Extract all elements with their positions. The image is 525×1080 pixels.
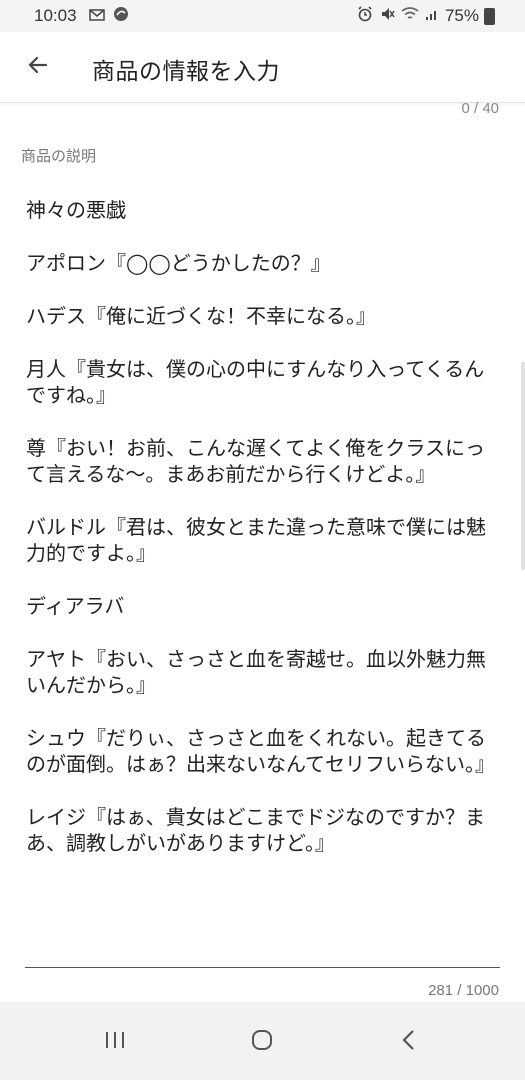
description-paragraph: 月人『貴女は、僕の心の中にすんなり入ってくるんですね。』 (26, 357, 485, 407)
description-underline (25, 967, 500, 968)
battery-icon (484, 7, 495, 25)
battery-percent: 75% (444, 6, 479, 25)
description-paragraph: ハデス『俺に近づくな！不幸になる。』 (26, 304, 376, 328)
description-textarea[interactable]: 神々の悪戯 アポロン『◯◯どうかしたの？』 ハデス『俺に近づくな！不幸になる。』… (26, 197, 500, 883)
description-paragraph: 尊『おい！お前、こんな遅くてよく俺をクラスにって言えるな〜。まあお前だから行くけ… (26, 436, 485, 486)
title-char-counter: 0 / 40 (461, 100, 499, 117)
page-title: 商品の情報を入力 (92, 59, 280, 85)
description-char-counter: 281 / 1000 (428, 982, 499, 999)
home-icon (250, 1028, 274, 1056)
signal-icon (425, 7, 439, 25)
mail-icon (88, 7, 105, 25)
back-button[interactable] (18, 47, 58, 87)
status-left: 10:03 (34, 6, 137, 26)
navigation-bar (0, 1002, 525, 1080)
description-paragraph: アヤト『おい、さっさと血を寄越せ。血以外魅力無いんだから。』 (26, 647, 486, 697)
mute-icon (379, 6, 395, 26)
recent-apps-button[interactable] (95, 1024, 135, 1060)
recent-apps-icon (104, 1030, 126, 1054)
description-paragraph: アポロン『◯◯どうかしたの？』 (26, 251, 331, 275)
wifi-icon (401, 7, 419, 25)
scrollbar[interactable] (521, 362, 525, 570)
chevron-left-icon (400, 1029, 418, 1055)
description-paragraph: ディアラバ (26, 594, 125, 618)
description-label: 商品の説明 (21, 147, 97, 165)
description-paragraph: 神々の悪戯 (26, 198, 126, 222)
alarm-icon (357, 6, 373, 26)
status-bar: 10:03 75% (0, 0, 525, 32)
status-time: 10:03 (34, 6, 77, 25)
app-notification-icon (113, 6, 129, 26)
status-right: 75% (357, 6, 495, 26)
home-button[interactable] (242, 1024, 282, 1060)
back-nav-button[interactable] (389, 1024, 429, 1060)
description-paragraph: レイジ『はぁ、貴女はどこまでドジなのですか？まあ、調教しがいがありますけど。』 (26, 805, 485, 855)
app-bar: 商品の情報を入力 (0, 32, 525, 103)
description-paragraph: バルドル『君は、彼女とまた違った意味で僕には魅力的ですよ。』 (26, 515, 486, 565)
description-paragraph: シュウ『だりぃ、さっさと血をくれない。起きてるのが面倒。はぁ？出来ないなんてセリ… (26, 726, 495, 776)
arrow-left-icon (26, 53, 50, 81)
